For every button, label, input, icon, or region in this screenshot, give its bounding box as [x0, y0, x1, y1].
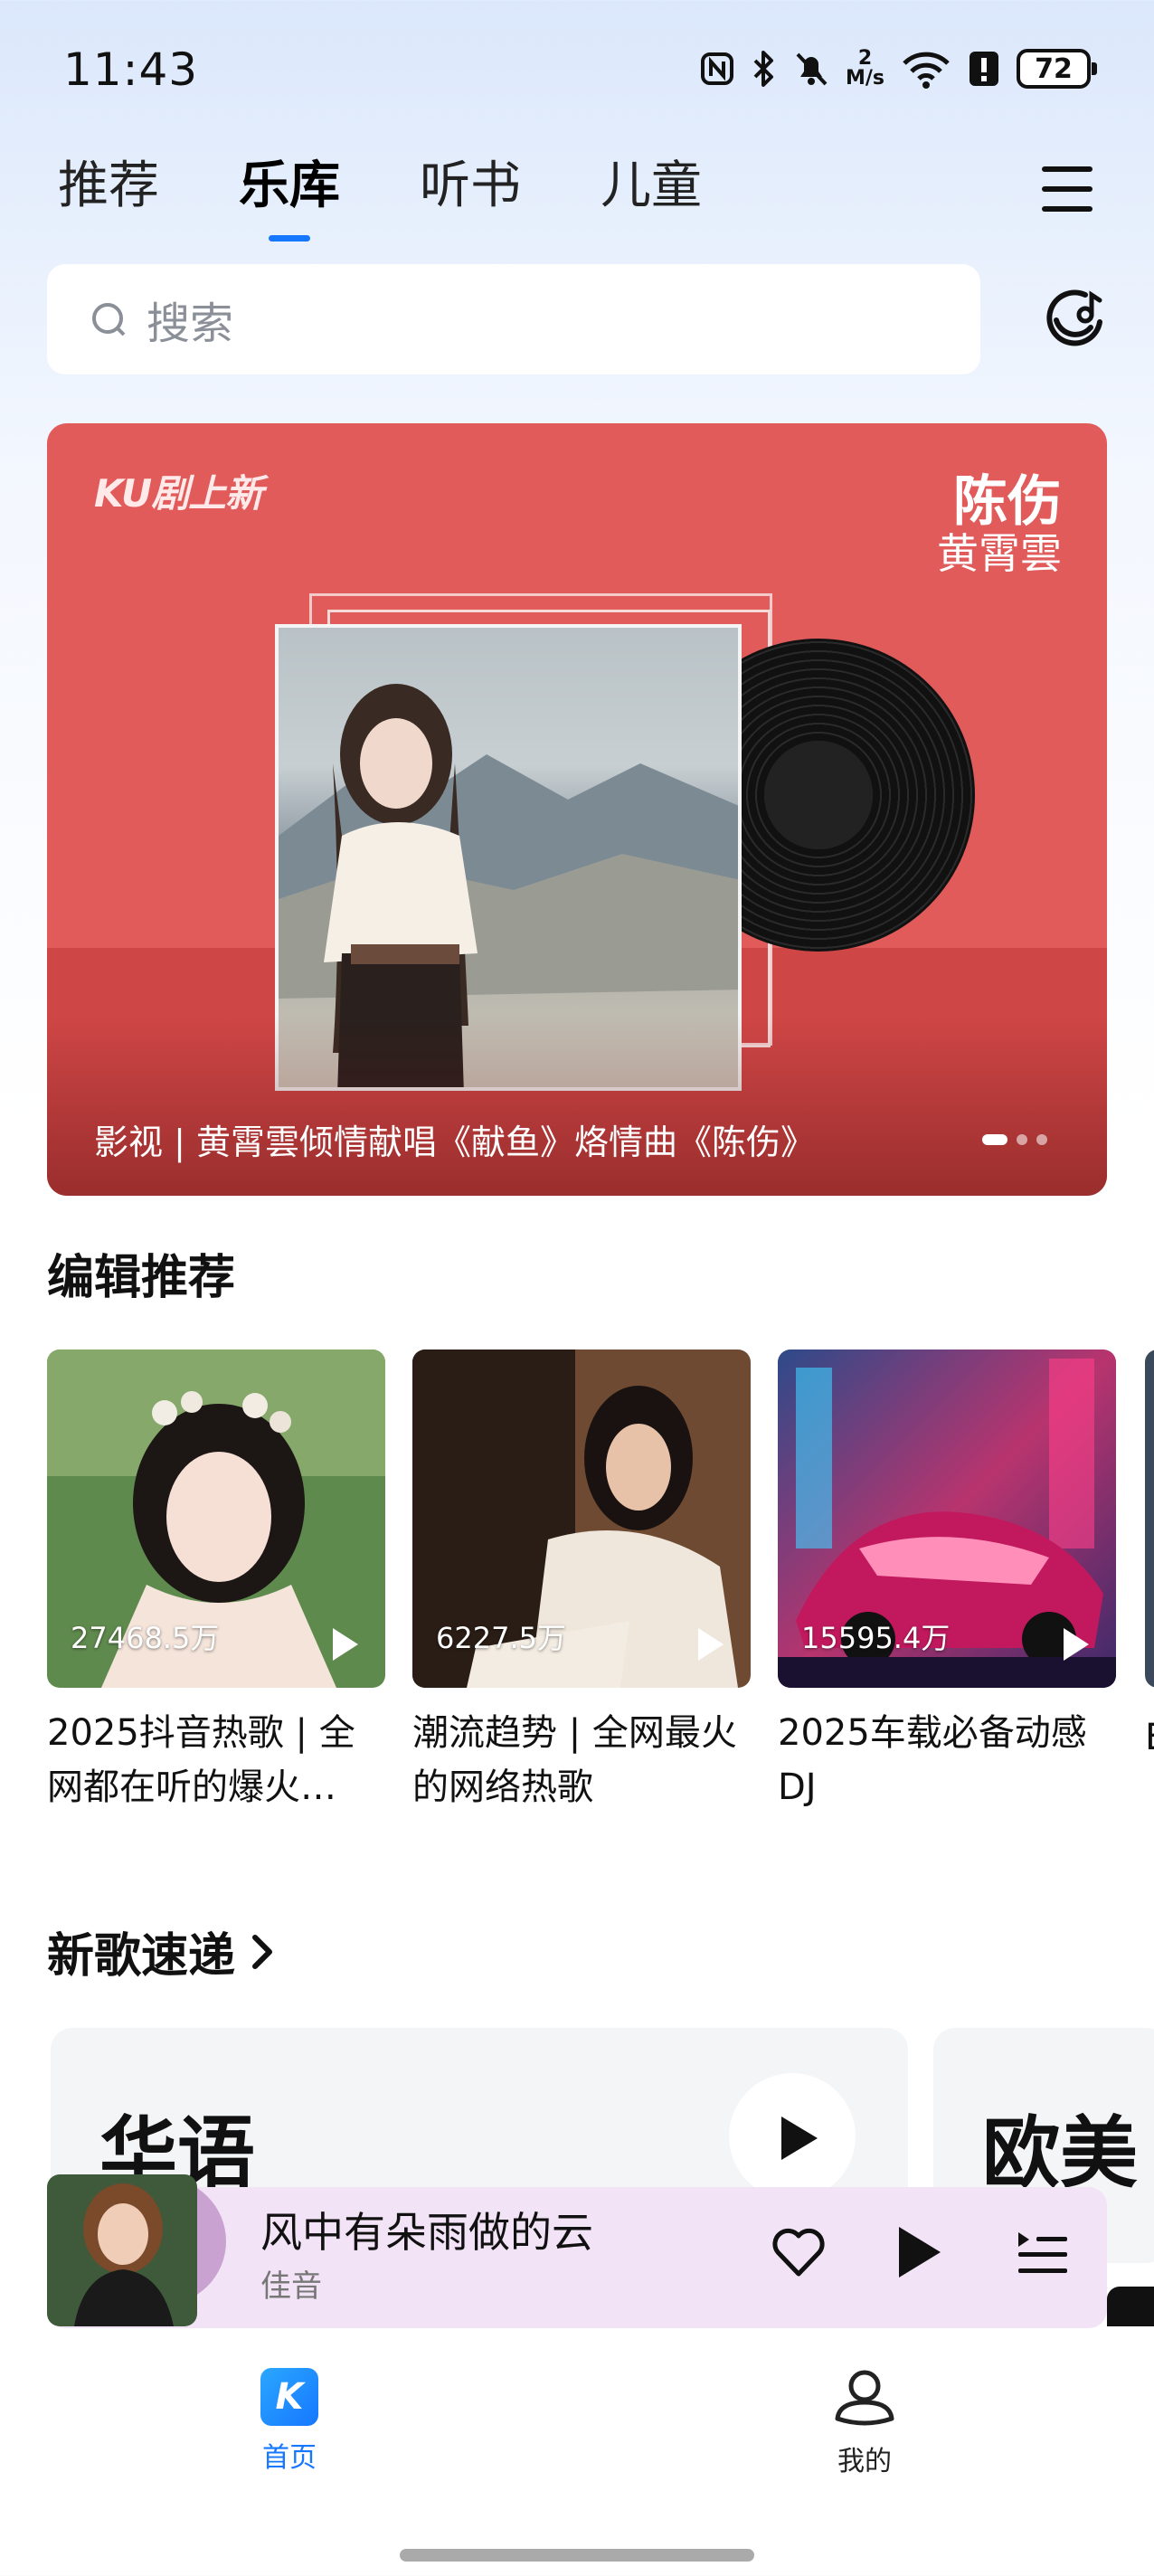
play-icon[interactable]	[698, 1628, 724, 1661]
play-icon[interactable]	[1064, 1628, 1089, 1661]
chevron-right-icon	[252, 1934, 273, 1969]
now-playing-artist: 佳音	[260, 2268, 322, 2305]
playlist-cover: 6227.5万	[412, 1350, 751, 1688]
play-count: 27468.5万	[71, 1621, 220, 1655]
tab-kids[interactable]: 儿童	[601, 145, 702, 218]
network-speed: 2 M/s	[845, 47, 884, 90]
playlist-cover: 15595.4万	[778, 1350, 1116, 1688]
playlist-title: 潮流趋势 | 全网最火的网络热歌	[412, 1712, 737, 1808]
playlist-title: 2025车载必备动感DJ	[778, 1712, 1087, 1808]
alert-icon	[970, 52, 998, 86]
search-input[interactable]: 搜索	[47, 264, 980, 374]
wifi-icon	[903, 52, 950, 89]
new-songs-label: 欧美	[982, 2108, 1138, 2199]
status-icons: 2 M/s 72	[699, 47, 1097, 90]
now-playing-title: 风中有朵雨做的云	[260, 2208, 593, 2257]
home-k-icon: K	[260, 2368, 318, 2426]
profile-icon	[835, 2370, 894, 2426]
music-recognition-icon[interactable]	[1040, 280, 1112, 353]
nfc-icon	[700, 52, 733, 85]
carousel-dot	[1036, 1134, 1047, 1145]
heart-icon[interactable]	[771, 2227, 827, 2278]
editor-picks-title: 编辑推荐	[47, 1251, 236, 1305]
now-playing-art[interactable]	[47, 2174, 197, 2326]
nav-home[interactable]: K 首页	[257, 2368, 322, 2474]
playlist-title-peek: E	[1145, 1717, 1154, 1758]
new-songs-title: 新歌速递	[47, 1929, 236, 1984]
nav-mine-label: 我的	[837, 2446, 892, 2477]
top-tabs: 推荐 乐库 听书 儿童	[58, 145, 781, 218]
player-edge	[1107, 2287, 1154, 2326]
play-icon[interactable]	[333, 1628, 358, 1661]
playlist-cover: 27468.5万	[47, 1350, 385, 1688]
nav-mine[interactable]: 我的	[832, 2368, 897, 2477]
playlist-title: 2025抖音热歌 | 全网都在听的爆火…	[47, 1712, 355, 1808]
battery-indicator: 72	[1017, 49, 1097, 89]
banner-logo: KU剧上新	[94, 471, 263, 516]
new-songs-play-button[interactable]	[729, 2073, 856, 2200]
search-icon	[92, 303, 126, 336]
playlist-queue-icon[interactable]	[1015, 2229, 1069, 2278]
tab-library[interactable]: 乐库	[239, 145, 340, 218]
tab-audiobooks[interactable]: 听书	[420, 145, 521, 218]
mute-bell-icon	[796, 52, 828, 86]
status-time: 11:43	[63, 43, 199, 96]
home-indicator[interactable]	[400, 2549, 754, 2562]
play-count: 6227.5万	[436, 1621, 566, 1655]
play-count: 15595.4万	[801, 1621, 951, 1655]
tab-recommend[interactable]: 推荐	[58, 145, 159, 218]
playlist-card-peek[interactable]	[1145, 1350, 1154, 1688]
carousel-dot	[982, 1134, 1007, 1145]
play-icon[interactable]	[899, 2227, 941, 2278]
playlist-card[interactable]: 6227.5万 潮流趋势 | 全网最火的网络热歌	[412, 1350, 751, 1814]
banner-carousel[interactable]: KU剧上新 陈伤 黄霄雲 影视 | 黄霄雲倾情献唱《献鱼》烙情曲《陈伤》	[47, 423, 1107, 1196]
menu-icon[interactable]	[1042, 166, 1093, 213]
playlist-card[interactable]: 27468.5万 2025抖音热歌 | 全网都在听的爆火…	[47, 1350, 385, 1814]
banner-caption: 影视 | 黄霄雲倾情献唱《献鱼》烙情曲《陈伤》	[94, 1122, 815, 1162]
carousel-dot	[1017, 1134, 1027, 1145]
bluetooth-icon	[753, 51, 773, 87]
banner-artist: 黄霄雲	[937, 529, 1062, 578]
playlist-row: 27468.5万 2025抖音热歌 | 全网都在听的爆火… 6227.5万 潮流…	[47, 1350, 1116, 1814]
new-songs-header[interactable]: 新歌速递	[47, 1918, 280, 1985]
nav-home-label: 首页	[262, 2442, 317, 2474]
playlist-card[interactable]: 15595.4万 2025车载必备动感DJ	[778, 1350, 1116, 1814]
search-placeholder: 搜索	[147, 298, 234, 349]
carousel-dots	[982, 1134, 1047, 1145]
